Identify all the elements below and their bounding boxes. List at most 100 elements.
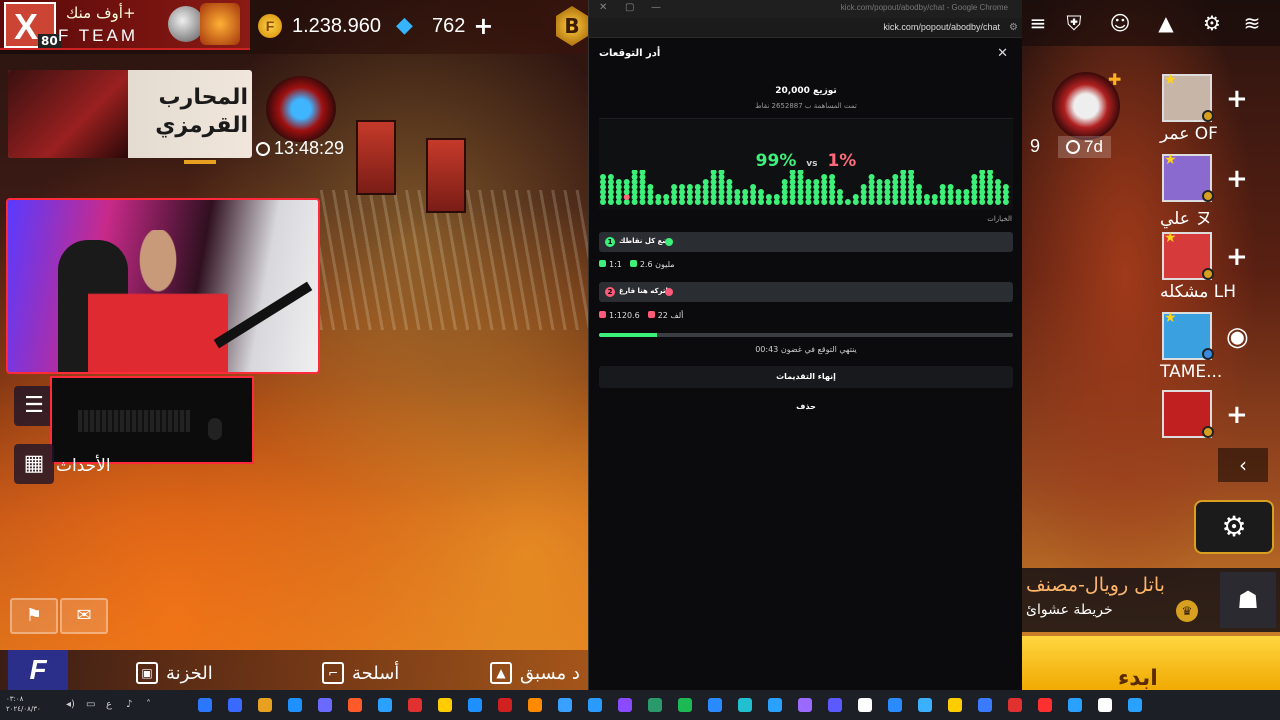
friends-icon[interactable]: ☺ bbox=[1106, 10, 1134, 36]
invite-plus-button[interactable]: + bbox=[1226, 400, 1248, 430]
taskbar-app-icon[interactable] bbox=[288, 698, 302, 712]
coin-balance[interactable]: F 1.238.960 bbox=[258, 8, 381, 44]
points-icon bbox=[647, 311, 655, 318]
taskbar-app-icon[interactable] bbox=[1068, 698, 1082, 712]
invite-plus-button[interactable]: + bbox=[1226, 84, 1248, 114]
taskbar-app-icon[interactable] bbox=[198, 698, 212, 712]
taskbar-app-icon[interactable] bbox=[738, 698, 752, 712]
taskbar-app-icon[interactable] bbox=[348, 698, 362, 712]
taskbar-app-icon[interactable] bbox=[378, 698, 392, 712]
url-text[interactable]: kick.com/popout/abodby/chat bbox=[883, 22, 1000, 32]
taskbar-app-icon[interactable] bbox=[828, 698, 842, 712]
taskbar-app-icon[interactable] bbox=[648, 698, 662, 712]
guild-icon[interactable]: ⛨ bbox=[1060, 10, 1088, 36]
wifi-icon[interactable]: ≋ bbox=[1238, 10, 1266, 36]
friend-name: مشكله LH bbox=[1160, 282, 1237, 302]
taskbar-app-icon[interactable] bbox=[1008, 698, 1022, 712]
network-icon[interactable]: ▭ bbox=[86, 699, 95, 710]
settings-icon[interactable]: ⚙ bbox=[1198, 10, 1226, 36]
nav-tab-weapons[interactable]: ⌐ أسلحة bbox=[322, 662, 399, 684]
distribution-dot bbox=[726, 179, 733, 185]
taskbar-app-icon[interactable] bbox=[858, 698, 872, 712]
taskbar-app-icon[interactable] bbox=[468, 698, 482, 712]
taskbar-app-icon[interactable] bbox=[558, 698, 572, 712]
friend-slot-3[interactable]: ★ + مشكله LH bbox=[1160, 230, 1280, 304]
taskbar-app-icon[interactable] bbox=[948, 698, 962, 712]
quick-message-icon[interactable]: ⚑ bbox=[10, 598, 58, 634]
menu-icon[interactable]: ≡ bbox=[1024, 10, 1052, 36]
academy-icon[interactable]: ▲ bbox=[1152, 10, 1180, 36]
game-mode-panel[interactable]: باتل رويال-مصنف خريطة عشوائ ♛ ☗ bbox=[1022, 568, 1280, 632]
friend-slot-4[interactable]: ★ ◉ TAME... bbox=[1160, 310, 1280, 384]
invite-plus-button[interactable]: + bbox=[1226, 242, 1248, 272]
character-icon[interactable]: ☗ bbox=[1220, 572, 1276, 628]
view-profile-icon[interactable]: ◉ bbox=[1226, 322, 1249, 352]
end-submissions-button[interactable]: إنهاء التقديمات bbox=[599, 366, 1013, 388]
taskbar-app-icon[interactable] bbox=[1038, 698, 1052, 712]
distribution-dot bbox=[734, 189, 741, 195]
taskbar-app-icon[interactable] bbox=[228, 698, 242, 712]
team-card[interactable]: X 80 أوف منك+ F TEAM bbox=[0, 0, 250, 50]
game-view-left[interactable]: X 80 أوف منك+ F TEAM F 1.238.960 ◆ 762 +… bbox=[0, 0, 588, 690]
close-window-icon[interactable]: ✕ bbox=[599, 2, 607, 13]
chrome-popup-window[interactable]: ✕ ▢ — kick.com/popout/abodby/chat - Goog… bbox=[588, 0, 1022, 692]
chat-icon[interactable]: ✉ bbox=[60, 598, 108, 634]
tasks-icon[interactable]: ☰ bbox=[14, 386, 54, 426]
taskbar-app-icon[interactable] bbox=[498, 698, 512, 712]
url-bar[interactable]: kick.com/popout/abodby/chat ⚙ bbox=[589, 18, 1022, 38]
diamond-medal-icon[interactable] bbox=[266, 76, 336, 142]
taskbar-app-icon[interactable] bbox=[408, 698, 422, 712]
distribution-dot bbox=[955, 189, 962, 195]
chevron-left-icon[interactable]: ‹ bbox=[1218, 448, 1268, 482]
taskbar-app-icon[interactable] bbox=[708, 698, 722, 712]
taskbar-app-icon[interactable] bbox=[618, 698, 632, 712]
game-view-right[interactable]: ≡ ⛨ ☺ ▲ ⚙ ≋ ✚ 9 7d ★ + عمر OF ★ + علي ヌ bbox=[1022, 0, 1280, 690]
distribution-subtitle: تمت المساهمة ب 2652887 نقاط bbox=[755, 102, 857, 110]
diamond-balance[interactable]: ◆ 762 + bbox=[396, 8, 493, 44]
site-settings-icon[interactable]: ⚙ bbox=[1009, 22, 1018, 33]
taskbar-app-icon[interactable] bbox=[1098, 698, 1112, 712]
mode-title: باتل رويال-مصنف bbox=[1026, 574, 1165, 596]
distribution-dot bbox=[900, 170, 907, 175]
taskbar-app-icon[interactable] bbox=[888, 698, 902, 712]
minimize-window-icon[interactable]: — bbox=[651, 2, 661, 13]
system-clock[interactable]: ٠٣:٠٨ ٢٠٢٤/٠٨/٣٠ bbox=[6, 694, 56, 714]
avatar-letter: X bbox=[14, 6, 39, 47]
close-icon[interactable]: ✕ bbox=[997, 46, 1008, 61]
taskbar-app-icon[interactable] bbox=[918, 698, 932, 712]
add-diamonds-button[interactable]: + bbox=[473, 12, 493, 40]
start-button[interactable]: ابدء bbox=[1022, 636, 1280, 690]
language-indicator[interactable]: ع bbox=[106, 699, 112, 710]
window-titlebar[interactable]: ✕ ▢ — kick.com/popout/abodby/chat - Goog… bbox=[589, 0, 1022, 18]
taskbar-app-icon[interactable] bbox=[678, 698, 692, 712]
taskbar-app-icon[interactable] bbox=[768, 698, 782, 712]
taskbar-app-icon[interactable] bbox=[528, 698, 542, 712]
nav-tab-vault[interactable]: ▣ الخزنة bbox=[136, 662, 213, 684]
prediction-option-2[interactable]: 2 اتركه هنا فارغ bbox=[599, 282, 1013, 302]
friend-slot-1[interactable]: ★ + عمر OF bbox=[1160, 72, 1280, 146]
friend-slot-2[interactable]: ★ + علي ヌ bbox=[1160, 152, 1280, 229]
distribution-dot bbox=[781, 179, 788, 185]
calendar-icon[interactable]: ▦ bbox=[14, 444, 54, 484]
taskbar-app-icon[interactable] bbox=[978, 698, 992, 712]
volume-icon[interactable]: ◂) bbox=[66, 699, 75, 710]
event-banner[interactable]: المحارب القرمزي bbox=[8, 70, 252, 158]
maximize-window-icon[interactable]: ▢ bbox=[625, 2, 634, 13]
taskbar-app-icon[interactable] bbox=[258, 698, 272, 712]
taskbar-app-icon[interactable] bbox=[318, 698, 332, 712]
microphone-icon[interactable]: ♪ bbox=[126, 699, 132, 710]
taskbar-app-icon[interactable] bbox=[798, 698, 812, 712]
invite-plus-button[interactable]: + bbox=[1226, 164, 1248, 194]
events-label[interactable]: الأحداث bbox=[56, 456, 111, 476]
delete-button[interactable]: حذف bbox=[589, 402, 1023, 411]
taskbar-app-icon[interactable] bbox=[588, 698, 602, 712]
prediction-option-1[interactable]: 1 ضع كل نقاطك bbox=[599, 232, 1013, 252]
taskbar-app-icon[interactable] bbox=[1128, 698, 1142, 712]
gift-icon[interactable]: ✚ bbox=[1108, 70, 1121, 89]
taskbar-app-icon[interactable] bbox=[438, 698, 452, 712]
nav-tab-advance[interactable]: ▲ د مسبق bbox=[490, 662, 580, 684]
gear-icon[interactable]: ⚙ bbox=[1194, 500, 1274, 554]
chevron-up-icon[interactable]: ˄ bbox=[146, 699, 151, 710]
days-remaining: 7d bbox=[1058, 136, 1111, 158]
free-fire-logo[interactable]: F bbox=[8, 650, 68, 690]
